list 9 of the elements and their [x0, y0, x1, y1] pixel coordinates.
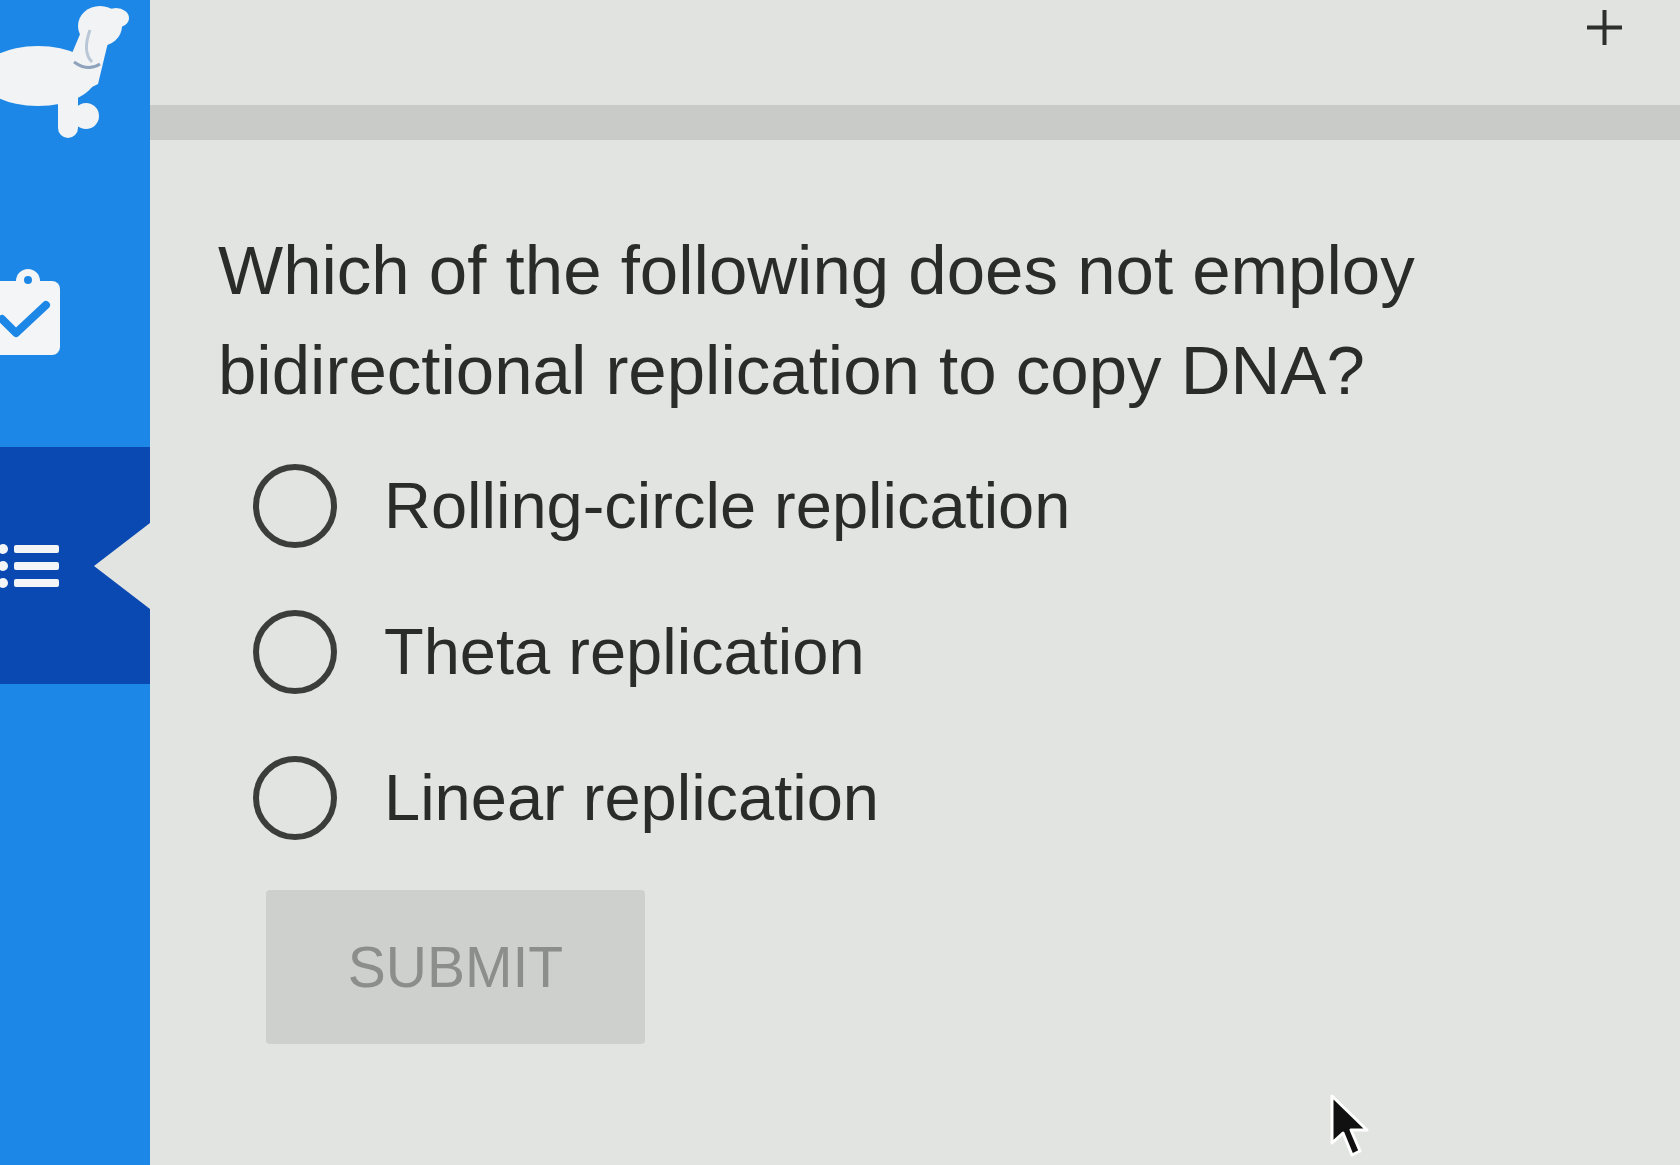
option-label[interactable]: Theta replication	[384, 612, 865, 692]
option-label[interactable]: Linear replication	[384, 758, 880, 838]
sidebar-item[interactable]	[0, 447, 150, 684]
option-label[interactable]: Rolling-circle replication	[384, 466, 1071, 546]
radio-button[interactable]	[253, 756, 337, 840]
question-text: Which of the following does not employ bidirectional replication to copy DNA?	[218, 231, 1416, 411]
radio-button[interactable]	[253, 464, 337, 548]
plus-icon[interactable]	[1586, 9, 1623, 46]
radio-button[interactable]	[253, 610, 337, 694]
